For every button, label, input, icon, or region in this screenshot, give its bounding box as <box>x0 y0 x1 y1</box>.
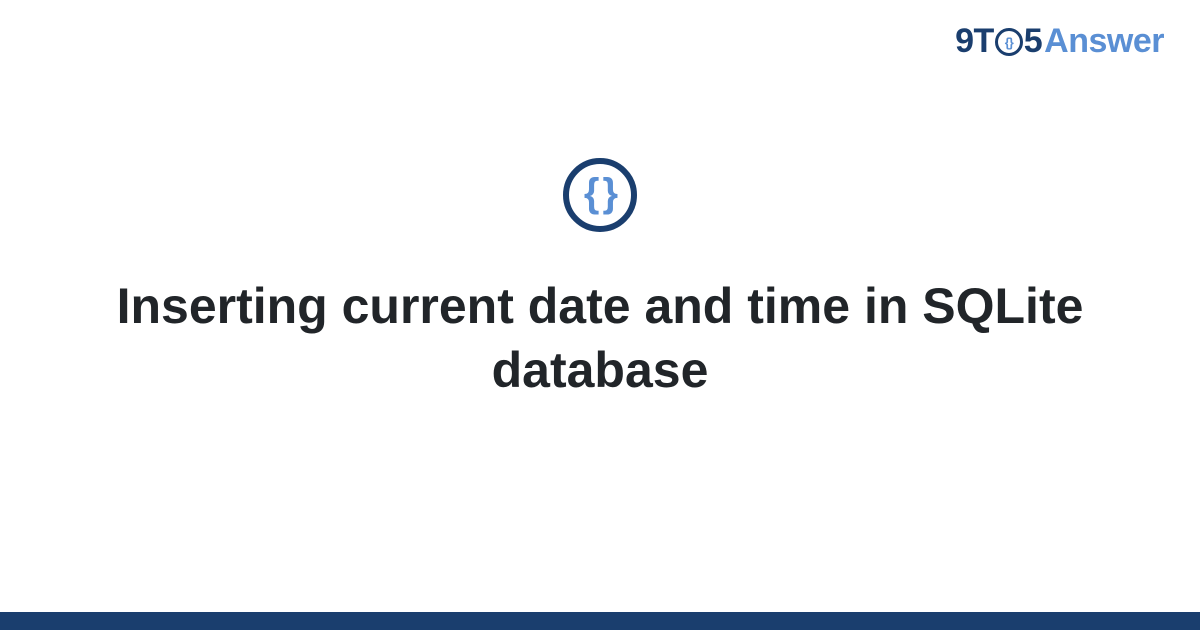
footer-accent-bar <box>0 612 1200 630</box>
code-braces-icon: { } <box>563 158 637 232</box>
code-braces-glyph: { } <box>584 173 614 213</box>
question-title: Inserting current date and time in SQLit… <box>100 274 1100 402</box>
main-content: { } Inserting current date and time in S… <box>0 0 1200 630</box>
